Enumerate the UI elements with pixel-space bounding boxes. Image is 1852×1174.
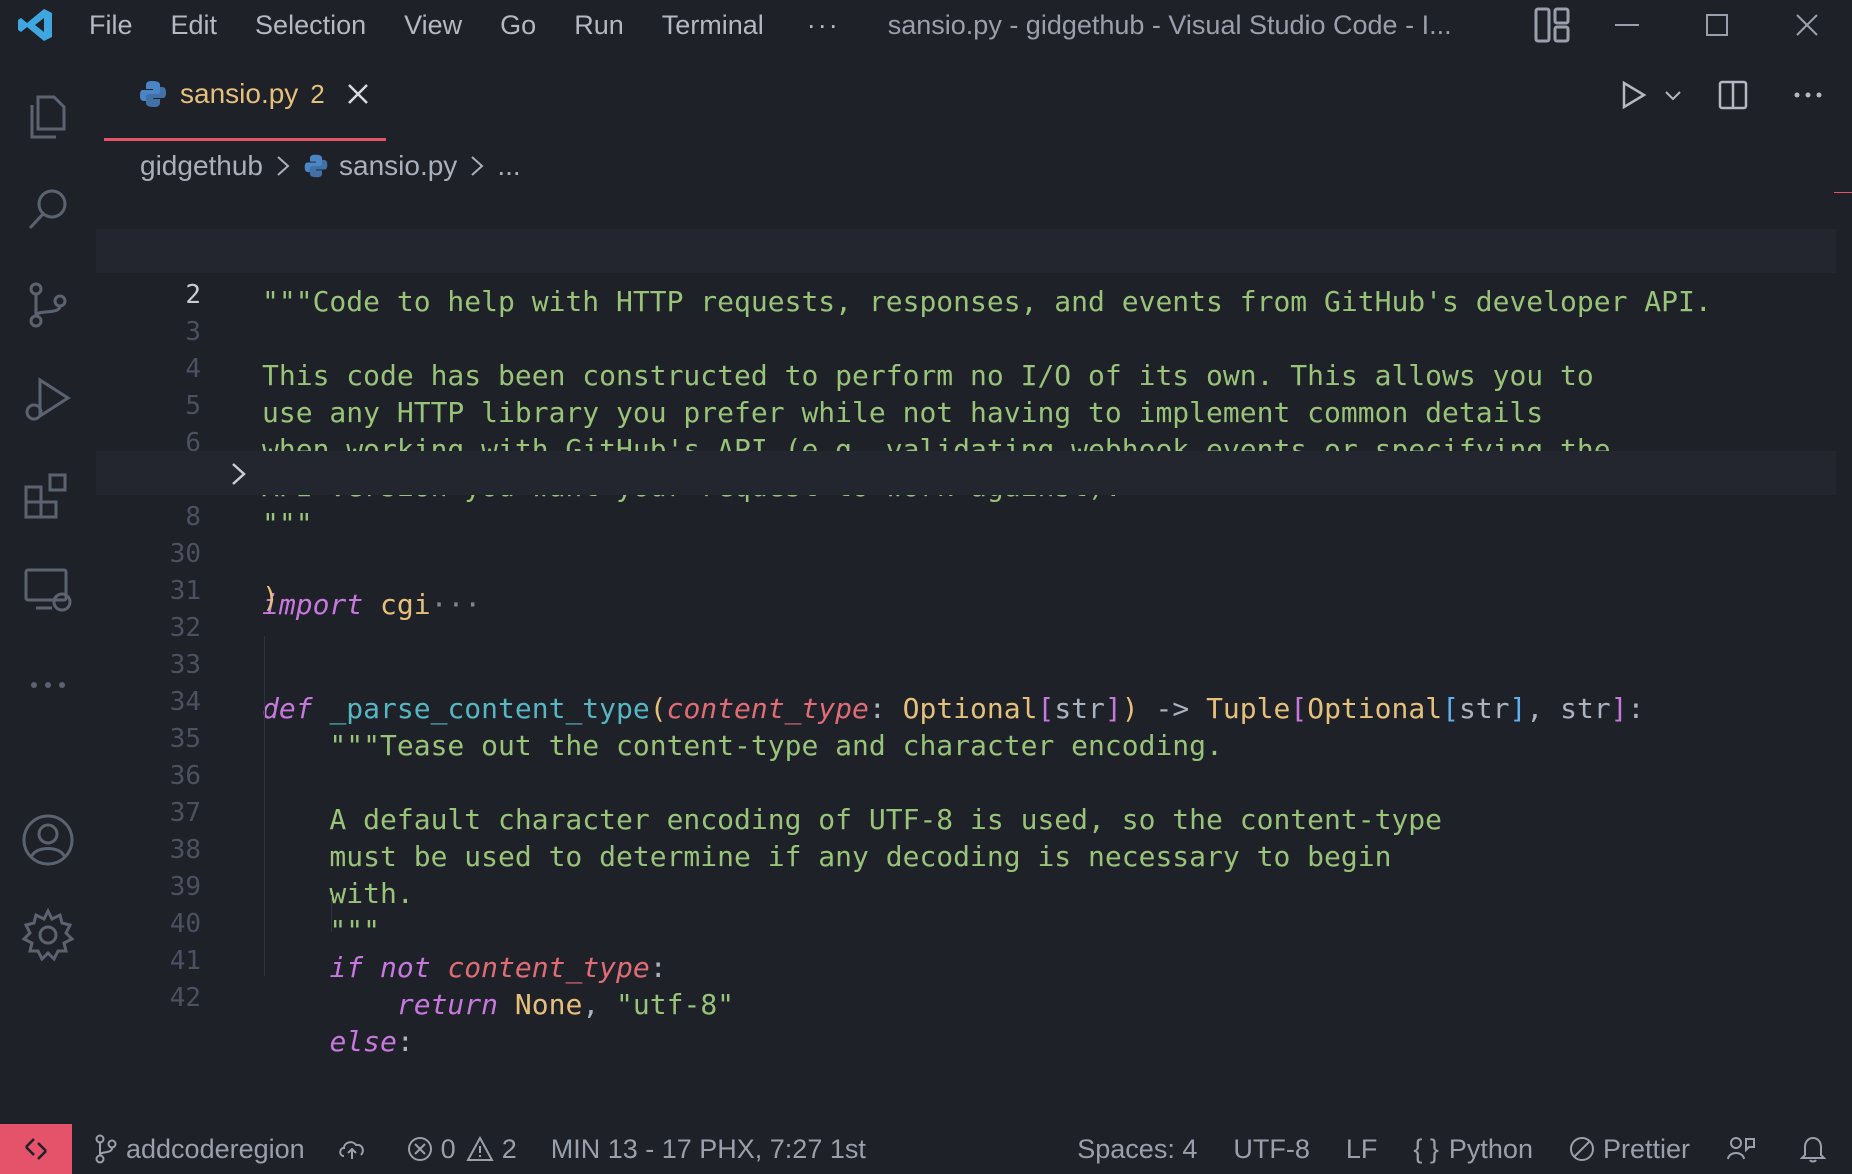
string-literal: "utf-8" xyxy=(616,988,735,1021)
code-editor[interactable]: 1 """Code to help with HTTP requests, re… xyxy=(96,192,1852,1124)
menu-file[interactable]: File xyxy=(89,0,133,50)
search-icon[interactable] xyxy=(0,165,96,255)
formatter-status[interactable]: Prettier xyxy=(1569,1134,1690,1165)
branch-name: addcoderegion xyxy=(126,1133,305,1164)
maximize-icon[interactable] xyxy=(1672,0,1762,50)
code-line: 42 else: xyxy=(96,932,1836,1058)
menu-selection[interactable]: Selection xyxy=(255,0,366,50)
run-icon[interactable] xyxy=(1608,50,1658,140)
more-icon[interactable] xyxy=(0,640,96,730)
chevron-right-icon xyxy=(469,154,485,178)
close-icon[interactable] xyxy=(1762,0,1852,50)
account-icon[interactable] xyxy=(0,795,96,885)
keyword: return xyxy=(396,988,499,1021)
none-literal: None xyxy=(514,988,583,1021)
source-control-icon[interactable] xyxy=(0,260,96,350)
clock-text: MIN 13 - 17 PHX, 7:27 1st xyxy=(550,1133,866,1164)
error-icon xyxy=(407,1137,432,1161)
clock-status: MIN 13 - 17 PHX, 7:27 1st xyxy=(551,1124,866,1174)
menu-edit[interactable]: Edit xyxy=(171,0,218,50)
menu-more[interactable]: ··· xyxy=(807,10,840,41)
line-number: 42 xyxy=(169,983,201,1013)
remote-explorer-icon[interactable] xyxy=(0,545,96,635)
chevron-right-icon[interactable] xyxy=(224,458,254,488)
indent-guide xyxy=(264,636,265,976)
vscode-logo-icon xyxy=(0,0,70,50)
editor-tabs: sansio.py 2 xyxy=(96,50,1852,141)
minimize-icon[interactable] xyxy=(1582,0,1672,50)
remote-icon[interactable] xyxy=(0,1124,72,1174)
breadcrumb-symbols[interactable]: ... xyxy=(497,150,520,182)
python-file-icon xyxy=(138,79,168,109)
braces-icon: { } xyxy=(1413,1133,1439,1164)
sync-icon[interactable] xyxy=(337,1124,375,1174)
disabled-icon xyxy=(1569,1137,1594,1161)
breadcrumb: gidgethub sansio.py ... xyxy=(140,140,521,192)
window-title: sansio.py - gidgethub - Visual Studio Co… xyxy=(887,9,1452,40)
status-bar: addcoderegion 0 2 MIN 13 - 17 PHX, 7:27 … xyxy=(0,1124,1852,1174)
language-name: Python xyxy=(1448,1133,1533,1164)
bell-icon[interactable] xyxy=(1800,1135,1834,1163)
chevron-right-icon xyxy=(275,154,291,178)
split-editor-icon[interactable] xyxy=(1688,50,1778,140)
feedback-icon[interactable] xyxy=(1726,1135,1764,1163)
menu-view[interactable]: View xyxy=(404,0,462,50)
language-status[interactable]: { } Python xyxy=(1413,1134,1533,1165)
layout-icon[interactable] xyxy=(1522,0,1582,50)
menu-go[interactable]: Go xyxy=(500,0,536,50)
keyword: else xyxy=(329,1025,397,1058)
encoding-status[interactable]: UTF-8 xyxy=(1233,1134,1310,1165)
breadcrumb-file[interactable]: sansio.py xyxy=(339,150,457,182)
title-bar: File Edit Selection View Go Run Terminal… xyxy=(0,0,1852,50)
tab-sansio[interactable]: sansio.py 2 xyxy=(104,50,386,141)
error-count: 0 xyxy=(440,1133,456,1164)
activity-bar xyxy=(0,50,96,1124)
extensions-icon[interactable] xyxy=(0,450,96,540)
settings-gear-icon[interactable] xyxy=(0,890,96,980)
menu-run[interactable]: Run xyxy=(574,0,624,50)
explorer-icon[interactable] xyxy=(0,70,96,160)
run-debug-icon[interactable] xyxy=(0,355,96,445)
warning-count: 2 xyxy=(501,1133,517,1164)
overview-ruler-marker xyxy=(1834,192,1852,193)
more-actions-icon[interactable] xyxy=(1778,50,1838,140)
python-file-icon xyxy=(303,153,329,179)
breadcrumb-folder[interactable]: gidgethub xyxy=(140,150,263,182)
menu-terminal[interactable]: Terminal xyxy=(662,0,764,50)
branch-status[interactable]: addcoderegion xyxy=(94,1124,305,1174)
tab-problems-count: 2 xyxy=(310,78,325,109)
tab-label: sansio.py xyxy=(180,78,299,109)
close-icon[interactable] xyxy=(343,79,373,109)
indent-guide xyxy=(331,895,332,932)
indentation-status[interactable]: Spaces: 4 xyxy=(1077,1134,1197,1165)
warning-icon xyxy=(466,1136,494,1161)
formatter-name: Prettier xyxy=(1602,1133,1690,1164)
eol-status[interactable]: LF xyxy=(1346,1134,1378,1165)
chevron-down-icon[interactable] xyxy=(1658,50,1688,140)
problems-status[interactable]: 0 2 xyxy=(407,1124,517,1174)
